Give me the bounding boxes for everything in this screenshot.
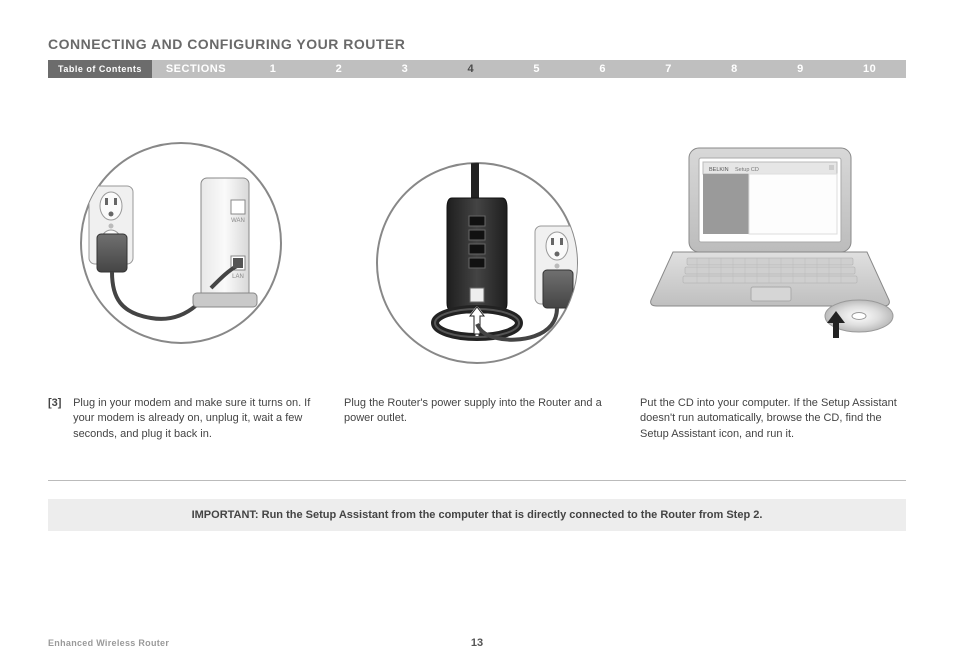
caption-text: Plug the Router's power supply into the … [344, 396, 610, 427]
figure-laptop-cd: BELKIN Setup CD [640, 138, 906, 368]
section-link-5[interactable]: 5 [533, 63, 540, 75]
important-note: IMPORTANT: Run the Setup Assistant from … [48, 480, 906, 531]
caption-step-3: [3] Plug in your modem and make sure it … [48, 396, 314, 442]
screen-brand: BELKIN [709, 167, 729, 173]
caption-router-power: Plug the Router's power supply into the … [344, 396, 610, 442]
section-link-8[interactable]: 8 [731, 63, 738, 75]
page-heading: CONNECTING AND CONFIGURING YOUR ROUTER [48, 36, 906, 52]
sections-label: SECTIONS [152, 60, 240, 78]
important-text: IMPORTANT: Run the Setup Assistant from … [48, 499, 906, 531]
caption-text: Put the CD into your computer. If the Se… [640, 396, 906, 442]
section-link-10[interactable]: 10 [863, 63, 876, 75]
caption-text: Plug in your modem and make sure it turn… [73, 396, 313, 442]
section-link-1[interactable]: 1 [270, 63, 277, 75]
section-link-7[interactable]: 7 [665, 63, 672, 75]
section-link-4[interactable]: 4 [467, 63, 474, 75]
section-link-3[interactable]: 3 [402, 63, 409, 75]
toc-link[interactable]: Table of Contents [48, 60, 152, 78]
section-link-9[interactable]: 9 [797, 63, 804, 75]
section-link-6[interactable]: 6 [599, 63, 606, 75]
svg-text:LAN: LAN [232, 274, 244, 280]
figure-modem-outlet: WAN LAN [48, 138, 314, 368]
sections-nav: Table of Contents SECTIONS 1 2 3 4 5 6 7… [48, 60, 906, 78]
svg-text:WAN: WAN [231, 218, 245, 224]
figure-router-power [344, 138, 610, 368]
section-link-2[interactable]: 2 [336, 63, 343, 75]
section-numbers: 1 2 3 4 5 6 7 8 9 10 [240, 60, 906, 78]
caption-number: [3] [48, 396, 70, 411]
page-number: 13 [48, 637, 906, 649]
caption-cd: Put the CD into your computer. If the Se… [640, 396, 906, 442]
screen-window-title: Setup CD [735, 167, 759, 173]
